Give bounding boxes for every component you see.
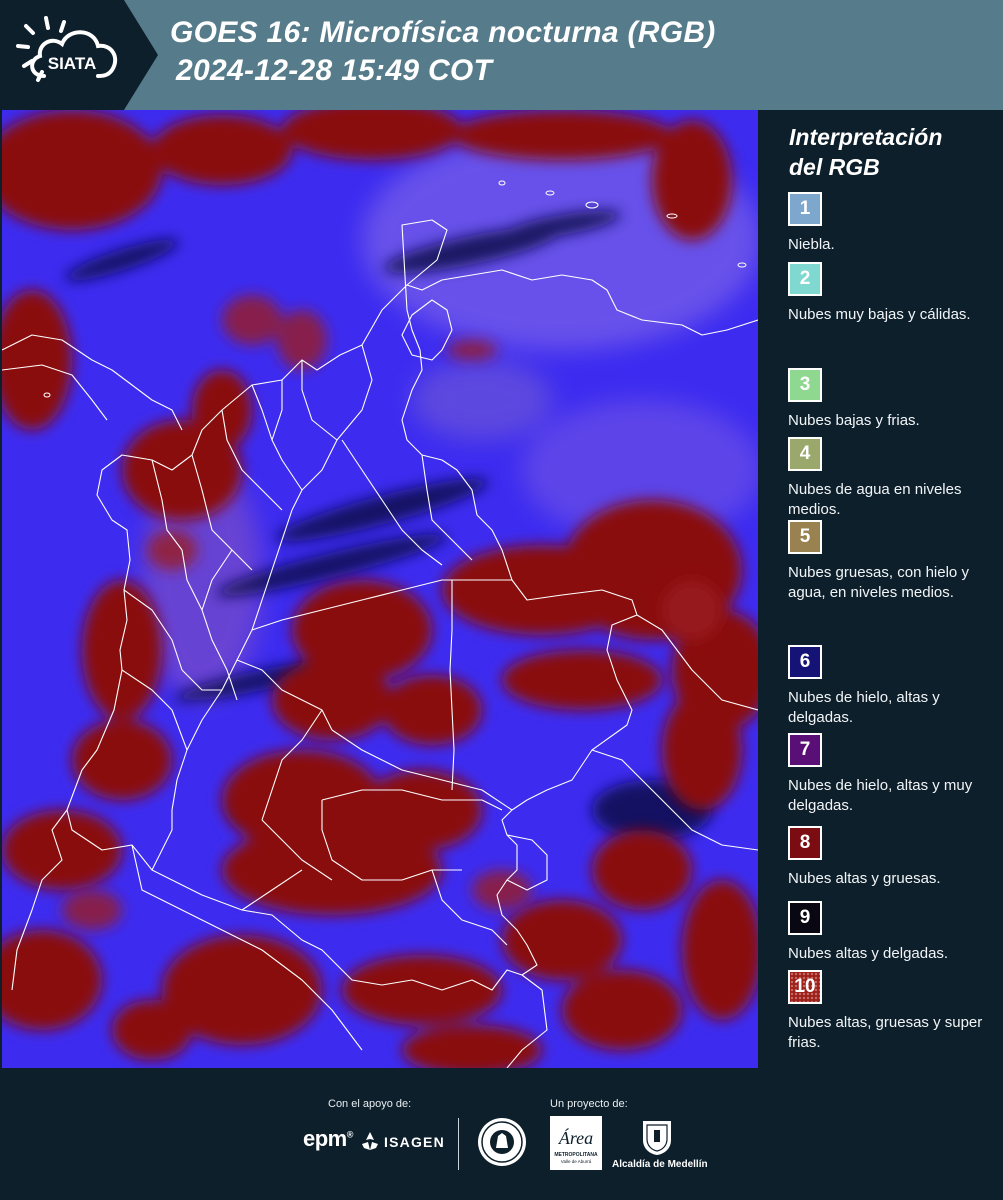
satellite-map-image (2, 110, 758, 1068)
page-title: GOES 16: Microfísica nocturna (RGB) (170, 16, 716, 49)
isagen-logo: ISAGEN (384, 1134, 445, 1150)
support-label: Con el apoyo de: (328, 1098, 412, 1110)
footer-divider (458, 1118, 459, 1170)
university-seal-icon (478, 1118, 526, 1166)
legend-swatch: 3 (788, 368, 822, 402)
legend-item: 7 Nubes de hielo, altas y muy delgadas. (788, 733, 998, 816)
siata-logo-icon: SIATA (16, 16, 118, 82)
legend-swatch: 7 (788, 733, 822, 767)
legend-label: Nubes altas y delgadas. (788, 945, 949, 962)
alcaldia-logo: Alcaldía de Medellín (612, 1159, 708, 1170)
legend-item: 1 Niebla. (788, 192, 998, 255)
legend-swatch: 2 (788, 262, 822, 296)
legend-title: Interpretación del RGB (789, 124, 943, 180)
legend-label: Nubes altas y gruesas. (788, 870, 941, 887)
alcaldia-shield-icon (643, 1121, 671, 1155)
page-timestamp: 2024-12-28 15:49 COT (176, 54, 493, 87)
legend-item: 6 Nubes de hielo, altas y delgadas. (788, 645, 998, 728)
logo-tab: SIATA (0, 0, 158, 110)
project-label: Un proyecto de: (550, 1098, 628, 1110)
header-bar: SIATA GOES 16: Microfísica nocturna (RGB… (0, 0, 1003, 110)
epm-logo: epm® (303, 1126, 353, 1151)
legend-label: Nubes de hielo, altas y delgadas. (788, 689, 940, 726)
legend-swatch: 5 (788, 520, 822, 554)
legend-label: Nubes de agua en niveles medios. (788, 481, 962, 518)
svg-text:Valle de Aburrá: Valle de Aburrá (561, 1159, 592, 1164)
legend-label: Nubes bajas y frias. (788, 412, 920, 429)
legend-label: Nubes de hielo, altas y muy delgadas. (788, 777, 973, 814)
legend-item: 9 Nubes altas y delgadas. (788, 901, 998, 964)
legend-item: 3 Nubes bajas y frias. (788, 368, 998, 431)
legend-item: 8 Nubes altas y gruesas. (788, 826, 998, 889)
legend-swatch: 9 (788, 901, 822, 935)
isagen-logo-icon (362, 1132, 378, 1150)
legend-label: Niebla. (788, 236, 835, 253)
svg-text:Área: Área (558, 1127, 593, 1148)
legend-item: 5 Nubes gruesas, con hielo y agua, en niv… (788, 520, 998, 603)
legend-swatch: 10 (788, 970, 822, 1004)
legend-swatch: 8 (788, 826, 822, 860)
satellite-map (2, 110, 758, 1068)
svg-text:SIATA: SIATA (48, 54, 96, 73)
legend-swatch: 4 (788, 437, 822, 471)
legend-item: 2 Nubes muy bajas y cálidas. (788, 262, 998, 325)
legend-label: Nubes gruesas, con hielo y agua, en nive… (788, 564, 969, 601)
rgb-legend: Interpretación del RGB 1 Niebla. 2 Nubes mu… (776, 110, 1003, 1068)
legend-item: 10 Nubes altas, gruesas y super frias. (788, 970, 998, 1053)
footer: Con el apoyo de: Un proyecto de: epm® IS… (0, 1068, 1003, 1200)
legend-label: Nubes altas, gruesas y super frias. (788, 1014, 983, 1051)
legend-swatch: 1 (788, 192, 822, 226)
legend-label: Nubes muy bajas y cálidas. (788, 306, 971, 323)
legend-item: 4 Nubes de agua en niveles medios. (788, 437, 998, 520)
svg-text:METROPOLITANA: METROPOLITANA (554, 1152, 598, 1158)
legend-swatch: 6 (788, 645, 822, 679)
area-metropolitana-logo-icon: Área METROPOLITANA Valle de Aburrá (550, 1116, 602, 1170)
